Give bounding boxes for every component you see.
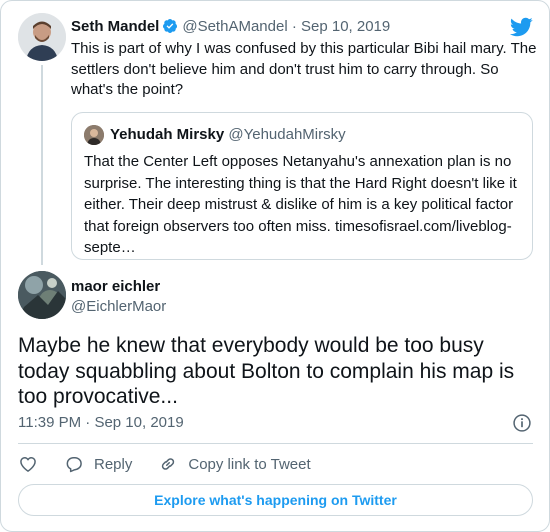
explore-twitter-button[interactable]: Explore what's happening on Twitter [18,484,533,516]
avatar-seth-mandel[interactable] [18,13,66,61]
tweet-embed-card: Seth Mandel @SethAMandel · Sep 10, 2019 T… [0,0,550,532]
main-author-name[interactable]: maor eichler [71,277,166,297]
quoted-author-handle: @YehudahMirsky [228,126,346,143]
copy-link-button[interactable]: Copy link to Tweet [158,454,311,474]
like-button[interactable] [18,454,38,474]
thread-line [41,65,43,265]
quoted-tweet[interactable]: Yehudah Mirsky @YehudahMirsky That the C… [71,112,533,260]
heart-icon [20,457,36,472]
reply-button[interactable]: Reply [64,454,132,474]
link-icon [162,458,175,470]
tweet-time: 11:39 PM [18,414,82,431]
action-bar: Reply Copy link to Tweet [18,453,337,475]
copy-link-label: Copy link to Tweet [188,455,311,473]
main-tweet-header: maor eichler @EichlerMaor [71,277,166,317]
twitter-bird-icon[interactable] [509,15,533,39]
tweet-date: Sep 10, 2019 [94,414,184,431]
dot-separator: · [85,414,91,431]
main-author-handle[interactable]: @EichlerMaor [71,297,166,317]
tweet-date[interactable]: Sep 10, 2019 [301,18,390,35]
quoted-tweet-text: That the Center Left opposes Netanyahu's… [84,153,517,256]
author-handle[interactable]: @SethAMandel [182,18,287,35]
info-icon[interactable] [512,413,532,433]
parent-tweet-header: Seth Mandel @SethAMandel · Sep 10, 2019 [71,17,390,37]
reply-icon [66,457,82,473]
quoted-author-name: Yehudah Mirsky [110,126,225,143]
parent-tweet-text: This is part of why I was confused by th… [71,40,537,98]
avatar-yehudah-mirsky [84,125,104,145]
verified-badge-icon [163,19,178,33]
quoted-tweet-header: Yehudah Mirsky @YehudahMirsky [110,125,346,145]
divider [18,443,533,444]
main-tweet-text: Maybe he knew that everybody would be to… [18,334,515,408]
author-name[interactable]: Seth Mandel [71,18,159,35]
reply-label: Reply [94,455,133,473]
tweet-timestamp[interactable]: 11:39 PM · Sep 10, 2019 [18,413,184,433]
dot-separator: · [291,18,297,35]
avatar-maor-eichler[interactable] [18,271,66,319]
